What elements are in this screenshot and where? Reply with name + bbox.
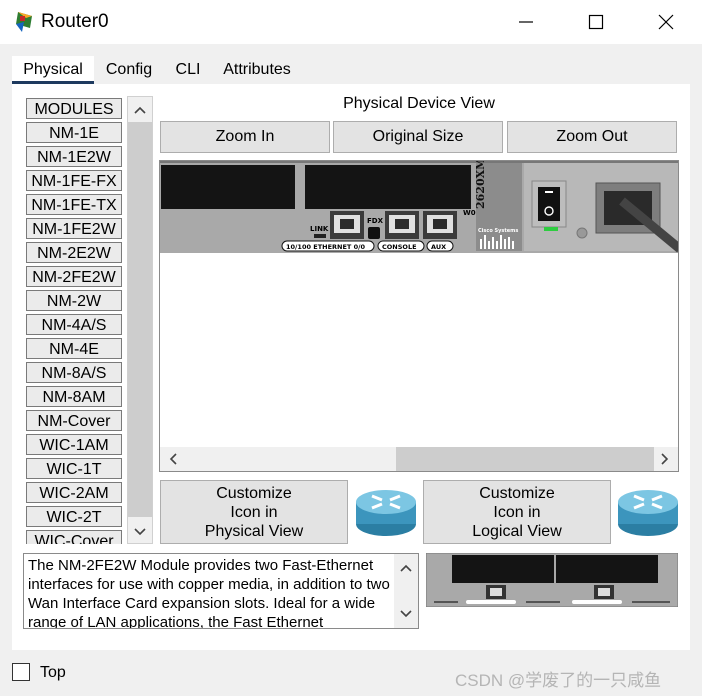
module-item[interactable]: NM-1FE2W <box>26 218 122 239</box>
customize-physical-line3: Physical View <box>204 522 304 540</box>
chevron-up-icon <box>134 106 146 114</box>
module-item[interactable]: NM-4A/S <box>26 314 122 335</box>
maximize-button[interactable] <box>573 4 619 40</box>
close-button[interactable] <box>643 4 689 40</box>
module-item[interactable]: NM-4E <box>26 338 122 359</box>
top-label: Top <box>40 664 66 681</box>
chevron-up-icon <box>400 564 412 572</box>
router-chassis: 2620XM Cisco Systems LINK FDX W0 10/100 … <box>160 161 678 253</box>
scroll-left-button[interactable] <box>161 447 185 471</box>
chevron-right-icon <box>661 453 669 465</box>
watermark-text: CSDN @学废了的一只咸鱼 <box>455 671 662 690</box>
chevron-down-icon <box>134 528 146 536</box>
module-item[interactable]: WIC-2AM <box>26 482 122 503</box>
aux-port-label: AUX <box>431 243 446 251</box>
module-item[interactable]: NM-2E2W <box>26 242 122 263</box>
customize-physical-line1: Customize <box>216 484 292 502</box>
physical-device-view-label: Physical Device View <box>343 95 495 112</box>
minimize-icon <box>519 21 533 23</box>
module-item[interactable]: WIC-Cover <box>26 530 122 544</box>
zoom-in-button[interactable]: Zoom In <box>160 121 330 153</box>
maximize-icon <box>588 14 604 30</box>
router-physical-icon <box>354 484 418 540</box>
module-slot-0 <box>161 165 295 209</box>
chevron-left-icon <box>169 453 177 465</box>
module-item[interactable]: NM-2W <box>26 290 122 311</box>
original-size-button[interactable]: Original Size <box>333 121 503 153</box>
customize-logical-line3: Logical View <box>472 522 562 540</box>
packet-tracer-app-icon <box>12 10 36 34</box>
model-label: 2620XM <box>474 161 487 209</box>
description-scrollbar[interactable] <box>394 554 418 628</box>
chevron-down-icon <box>400 610 412 618</box>
tab-physical[interactable]: Physical <box>12 56 94 84</box>
module-preview-image <box>425 552 679 608</box>
model-label-text: 2620XM <box>474 161 487 209</box>
module-slot-1 <box>305 165 471 209</box>
module-item[interactable]: NM-1FE-TX <box>26 194 122 215</box>
w0-label: W0 <box>463 209 476 217</box>
scroll-right-button[interactable] <box>653 447 677 471</box>
physical-device-canvas[interactable]: 2620XM Cisco Systems LINK FDX W0 10/100 … <box>159 160 679 472</box>
tab-cli[interactable]: CLI <box>166 56 210 84</box>
module-item[interactable]: WIC-2T <box>26 506 122 527</box>
window-title: Router0 <box>41 11 109 32</box>
vendor-text: Cisco Systems <box>478 228 518 234</box>
close-icon <box>658 14 674 30</box>
module-item[interactable]: NM-Cover <box>26 410 122 431</box>
hscroll-thumb[interactable] <box>396 447 654 471</box>
scroll-up-button[interactable] <box>128 98 152 122</box>
module-item[interactable]: NM-1E2W <box>26 146 122 167</box>
tab-attributes[interactable]: Attributes <box>218 56 296 84</box>
customize-physical-line2: Icon in <box>230 503 278 521</box>
customize-physical-icon-button[interactable]: Customize Icon in Physical View <box>160 480 348 544</box>
module-description-box[interactable]: The NM-2FE2W Module provides two Fast-Et… <box>23 553 419 629</box>
router-logical-icon <box>616 484 680 540</box>
minimize-button[interactable] <box>503 4 549 40</box>
link-label: LINK <box>310 225 329 233</box>
customize-logical-line2: Icon in <box>493 503 541 521</box>
description-scroll-down[interactable] <box>394 602 418 626</box>
module-list-scroll-thumb[interactable] <box>128 122 152 517</box>
ethernet-port-label: 10/100 ETHERNET 0/0 <box>286 243 365 251</box>
module-item[interactable]: MODULES <box>26 98 122 119</box>
module-item[interactable]: NM-1E <box>26 122 122 143</box>
scroll-down-button[interactable] <box>128 520 152 544</box>
module-item[interactable]: WIC-1T <box>26 458 122 479</box>
top-checkbox[interactable] <box>12 663 30 681</box>
module-description-text: The NM-2FE2W Module provides two Fast-Et… <box>28 557 390 629</box>
module-item[interactable]: WIC-1AM <box>26 434 122 455</box>
fdx-label: FDX <box>367 217 384 225</box>
tab-config[interactable]: Config <box>98 56 160 84</box>
description-scroll-up[interactable] <box>394 556 418 580</box>
customize-logical-icon-button[interactable]: Customize Icon in Logical View <box>423 480 611 544</box>
customize-logical-line1: Customize <box>479 484 555 502</box>
module-item[interactable]: NM-8AM <box>26 386 122 407</box>
module-list: MODULES NM-1E NM-1E2W NM-1FE-FX NM-1FE-TX NM-… <box>24 96 126 544</box>
module-item[interactable]: NM-1FE-FX <box>26 170 122 191</box>
zoom-out-button[interactable]: Zoom Out <box>507 121 677 153</box>
module-item[interactable]: NM-2FE2W <box>26 266 122 287</box>
module-item[interactable]: NM-8A/S <box>26 362 122 383</box>
console-port-label: CONSOLE <box>382 243 417 251</box>
